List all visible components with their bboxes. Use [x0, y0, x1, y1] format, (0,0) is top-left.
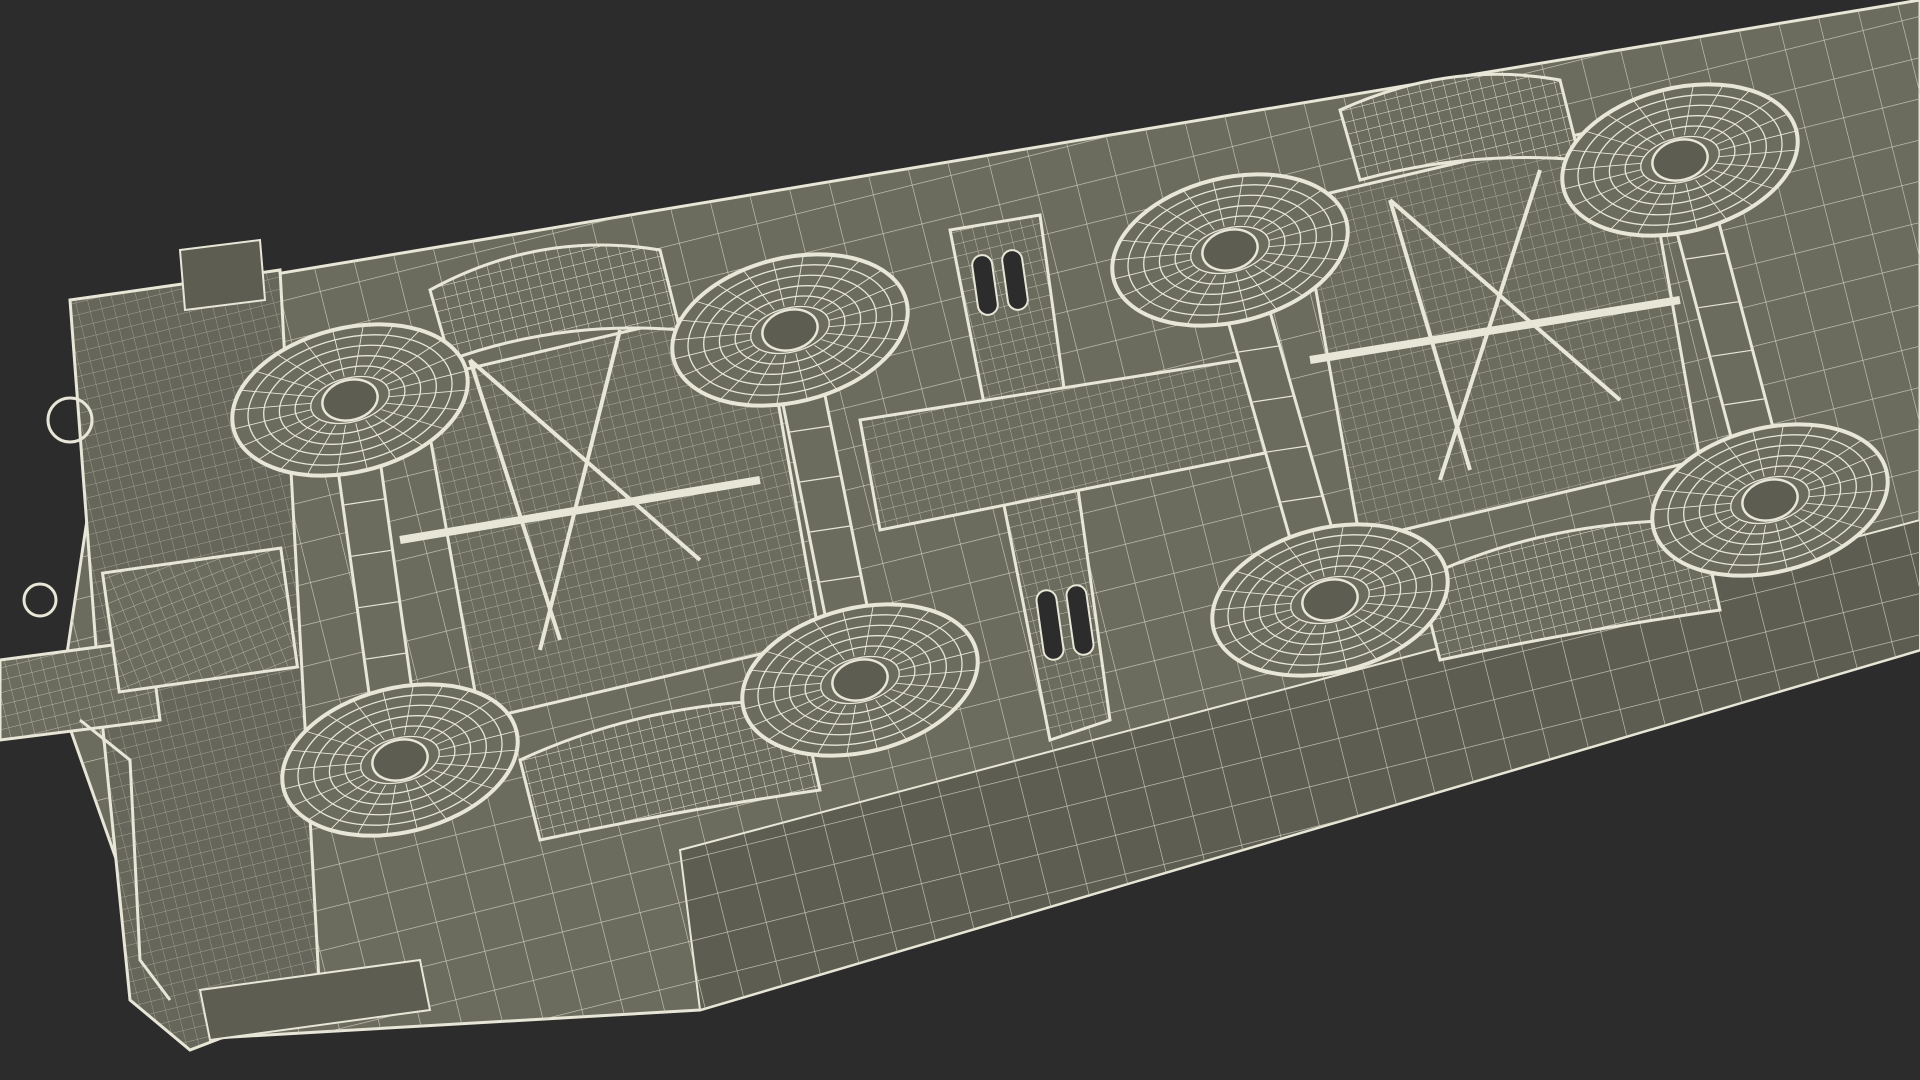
railcar-wireframe-svg — [0, 0, 1920, 1052]
wireframe-render-viewport — [0, 0, 1920, 1080]
